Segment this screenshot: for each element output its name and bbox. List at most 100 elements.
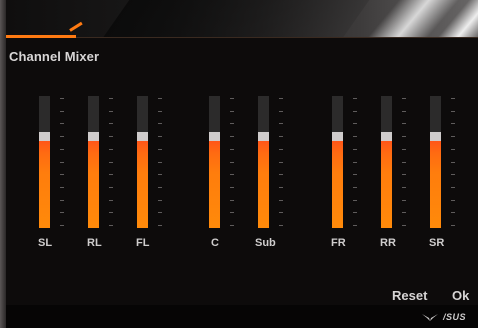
scale-ticks	[402, 98, 406, 226]
channel-sr: SR	[429, 96, 470, 256]
channel-label: SL	[38, 237, 53, 249]
scale-tick	[158, 212, 162, 213]
scale-tick	[353, 162, 357, 163]
scale-tick	[109, 187, 113, 188]
scale-tick	[158, 111, 162, 112]
scale-tick	[158, 187, 162, 188]
scale-tick	[109, 162, 113, 163]
scale-tick	[402, 111, 406, 112]
volume-level-fill	[332, 136, 343, 228]
scale-tick	[402, 136, 406, 137]
scale-tick	[279, 111, 283, 112]
scale-tick	[60, 111, 64, 112]
volume-slider[interactable]	[39, 96, 50, 228]
scale-tick	[353, 212, 357, 213]
scale-ticks	[109, 98, 113, 226]
ok-button[interactable]: Ok	[452, 288, 469, 303]
scale-tick	[60, 98, 64, 99]
channel-rl: RL	[87, 96, 128, 256]
scale-tick	[230, 162, 234, 163]
scale-tick	[451, 149, 455, 150]
slider-thumb[interactable]	[209, 132, 220, 141]
slider-thumb[interactable]	[258, 132, 269, 141]
slider-thumb[interactable]	[88, 132, 99, 141]
volume-level-fill	[88, 136, 99, 228]
channel-label: RL	[87, 237, 102, 249]
scale-tick	[230, 174, 234, 175]
scale-tick	[279, 149, 283, 150]
scale-tick	[60, 162, 64, 163]
volume-slider[interactable]	[332, 96, 343, 228]
scale-tick	[230, 136, 234, 137]
channel-sub: Sub	[255, 96, 298, 256]
scale-tick	[60, 174, 64, 175]
volume-slider[interactable]	[381, 96, 392, 228]
scale-tick	[230, 111, 234, 112]
channel-c: C	[209, 96, 249, 256]
scale-tick	[60, 200, 64, 201]
volume-slider[interactable]	[137, 96, 148, 228]
slider-thumb[interactable]	[430, 132, 441, 141]
scale-tick	[402, 187, 406, 188]
scale-ticks	[60, 98, 64, 226]
scale-ticks	[279, 98, 283, 226]
scale-tick	[451, 187, 455, 188]
scale-tick	[402, 212, 406, 213]
scale-tick	[279, 98, 283, 99]
scale-ticks	[230, 98, 234, 226]
scale-tick	[451, 174, 455, 175]
scale-tick	[109, 123, 113, 124]
scale-tick	[402, 149, 406, 150]
scale-tick	[402, 162, 406, 163]
scale-tick	[109, 212, 113, 213]
slider-thumb[interactable]	[332, 132, 343, 141]
scale-tick	[279, 200, 283, 201]
scale-tick	[279, 174, 283, 175]
scale-tick	[353, 136, 357, 137]
scale-tick	[230, 187, 234, 188]
channel-label: SR	[429, 237, 445, 249]
channel-mixer: SL RL FL C Sub FR RR SR	[0, 0, 478, 328]
scale-tick	[451, 225, 455, 226]
volume-slider[interactable]	[209, 96, 220, 228]
volume-slider[interactable]	[430, 96, 441, 228]
scale-tick	[279, 162, 283, 163]
scale-tick	[109, 136, 113, 137]
brand-logo: /SUS	[421, 311, 466, 323]
scale-tick	[353, 187, 357, 188]
volume-level-fill	[137, 136, 148, 228]
scale-tick	[158, 123, 162, 124]
volume-level-fill	[381, 136, 392, 228]
scale-tick	[109, 111, 113, 112]
volume-slider[interactable]	[258, 96, 269, 228]
channel-mixer-window: Channel Mixer SL RL FL C Sub FR RR SR Reset Ok …	[0, 0, 478, 328]
scale-tick	[158, 174, 162, 175]
slider-thumb[interactable]	[137, 132, 148, 141]
scale-tick	[158, 162, 162, 163]
reset-button[interactable]: Reset	[392, 288, 427, 303]
scale-ticks	[353, 98, 357, 226]
scale-tick	[451, 200, 455, 201]
scale-tick	[60, 225, 64, 226]
scale-tick	[279, 187, 283, 188]
slider-thumb[interactable]	[39, 132, 50, 141]
scale-tick	[353, 225, 357, 226]
channel-fl: FL	[136, 96, 177, 256]
scale-tick	[451, 136, 455, 137]
scale-tick	[402, 200, 406, 201]
scale-tick	[60, 136, 64, 137]
channel-label: FR	[331, 237, 346, 249]
scale-tick	[60, 123, 64, 124]
scale-tick	[279, 212, 283, 213]
volume-slider[interactable]	[88, 96, 99, 228]
scale-tick	[451, 111, 455, 112]
scale-tick	[279, 136, 283, 137]
scale-tick	[402, 98, 406, 99]
scale-tick	[353, 200, 357, 201]
scale-tick	[353, 123, 357, 124]
scale-tick	[353, 149, 357, 150]
slider-thumb[interactable]	[381, 132, 392, 141]
scale-tick	[279, 225, 283, 226]
scale-tick	[158, 200, 162, 201]
scale-tick	[109, 98, 113, 99]
